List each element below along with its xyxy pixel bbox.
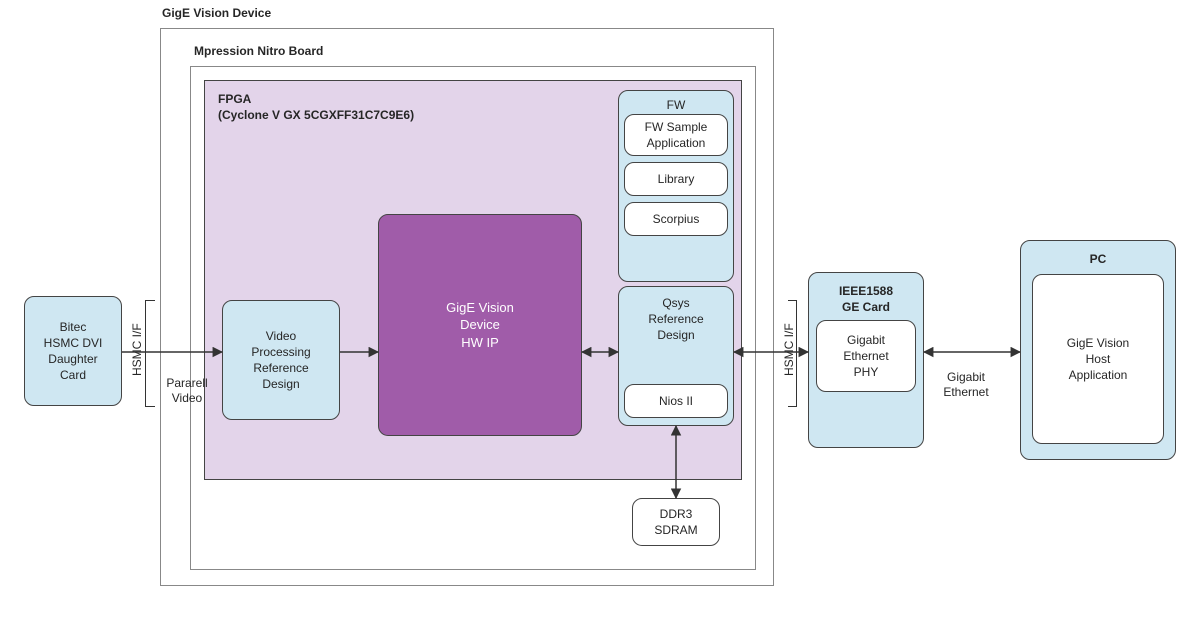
block-nios-ii: Nios II [624,384,728,418]
block-pc-app: GigE Vision Host Application [1032,274,1164,444]
label-pararell-video: Pararell Video [162,376,212,406]
bracket-right-inner [796,300,797,406]
spacer-fw [624,239,728,245]
block-library: Library [624,162,728,196]
title-fpga-line2: (Cyclone V GX 5CGXFF31C7C9E6) [218,108,414,123]
label-hsmc-if-left: HSMC I/F [130,320,145,380]
bracket-left-bottom [145,406,155,407]
block-hw-ip: GigE Vision Device HW IP [378,214,582,436]
label-fw: FW [667,97,686,113]
label-ieee1588: IEEE1588 GE Card [839,283,893,315]
block-ddr3-sdram: DDR3 SDRAM [632,498,720,546]
block-fw-sample-app: FW Sample Application [624,114,728,156]
bracket-left-inner [145,300,146,406]
title-fpga-line1: FPGA [218,92,251,107]
title-nitro-board: Mpression Nitro Board [194,44,323,59]
label-gigabit-ethernet: Gigabit Ethernet [936,370,996,400]
label-pc: PC [1090,251,1107,267]
block-gbe-phy: Gigabit Ethernet PHY [816,320,916,392]
label-qsys: Qsys Reference Design [648,295,703,344]
bracket-right-bottom [788,406,797,407]
label-hsmc-if-right: HSMC I/F [782,320,797,380]
block-scorpius: Scorpius [624,202,728,236]
block-bitec-card: Bitec HSMC DVI Daughter Card [24,296,122,406]
bracket-left-top [145,300,155,301]
bracket-right-top [788,300,797,301]
block-video-processing: Video Processing Reference Design [222,300,340,420]
title-gige-device: GigE Vision Device [162,6,271,21]
